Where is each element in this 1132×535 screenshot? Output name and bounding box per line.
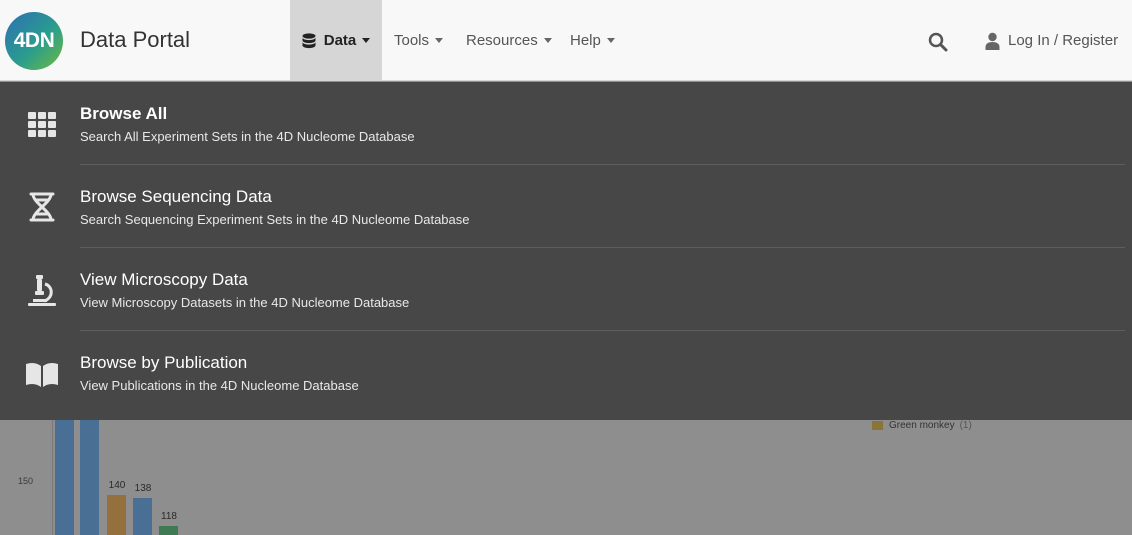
- legend-count: (1): [959, 420, 972, 431]
- nav-help-label: Help: [570, 32, 601, 49]
- menu-item-title: Browse Sequencing Data: [80, 187, 272, 206]
- menu-item-browse-all[interactable]: Browse All Search All Experiment Sets in…: [0, 82, 1125, 165]
- chart-bar[interactable]: [80, 420, 99, 535]
- top-navbar: 4DN Data Portal Data Tools Resources Hel…: [0, 0, 1132, 81]
- chart-bar[interactable]: [133, 497, 152, 535]
- menu-item-title: Browse All: [80, 104, 168, 123]
- y-axis: [52, 420, 53, 535]
- nav-help-dropdown[interactable]: Help: [570, 0, 615, 81]
- nav-resources-label: Resources: [466, 32, 538, 49]
- login-register-link[interactable]: Log In / Register: [985, 0, 1118, 81]
- caret-down-icon: [435, 38, 444, 43]
- user-icon: [985, 32, 1000, 50]
- menu-item-description: View Publications in the 4D Nucleome Dat…: [80, 378, 359, 393]
- chart-bar[interactable]: [55, 420, 74, 535]
- nav-data-label: Data: [323, 32, 357, 49]
- menu-item-browse-publication[interactable]: Browse by Publication View Publications …: [0, 331, 1125, 414]
- data-dropdown-menu: Browse All Search All Experiment Sets in…: [0, 82, 1132, 420]
- y-tick-label: 150: [18, 476, 34, 486]
- caret-down-icon: [362, 38, 371, 43]
- login-label: Log In / Register: [1008, 32, 1119, 49]
- legend-label: Green monkey: [889, 420, 955, 431]
- menu-item-description: Search All Experiment Sets in the 4D Nuc…: [80, 129, 415, 144]
- menu-item-title: View Microscopy Data: [80, 270, 248, 289]
- database-icon: [302, 32, 316, 48]
- background-chart: 150 Green monkey (1) 140 138 118: [0, 420, 1132, 535]
- menu-item-description: Search Sequencing Experiment Sets in the…: [80, 212, 470, 227]
- chart-legend-item[interactable]: Green monkey (1): [872, 420, 972, 431]
- logo-4dn[interactable]: 4DN: [5, 12, 63, 70]
- chart-bar[interactable]: [107, 495, 126, 535]
- bar-value-label: 118: [161, 510, 177, 522]
- brand-title[interactable]: Data Portal: [80, 27, 190, 53]
- book-icon: [26, 362, 58, 387]
- chart-bar[interactable]: [159, 525, 178, 535]
- menu-item-browse-sequencing[interactable]: Browse Sequencing Data Search Sequencing…: [0, 165, 1125, 248]
- menu-item-description: View Microscopy Datasets in the 4D Nucle…: [80, 295, 410, 310]
- bar-value-label: 138: [134, 482, 152, 494]
- caret-down-icon: [543, 38, 552, 43]
- legend-swatch: [872, 421, 883, 430]
- nav-resources-dropdown[interactable]: Resources: [466, 0, 552, 81]
- caret-down-icon: [606, 38, 615, 43]
- microscope-icon: [28, 275, 56, 306]
- grid-icon: [28, 112, 56, 137]
- nav-tools-label: Tools: [394, 32, 430, 49]
- dna-icon: [29, 192, 55, 222]
- menu-item-view-microscopy[interactable]: View Microscopy Data View Microscopy Dat…: [0, 248, 1125, 331]
- nav-data-dropdown[interactable]: Data: [290, 0, 382, 81]
- nav-tools-dropdown[interactable]: Tools: [394, 0, 444, 81]
- search-icon[interactable]: [928, 32, 948, 52]
- menu-item-title: Browse by Publication: [80, 353, 248, 372]
